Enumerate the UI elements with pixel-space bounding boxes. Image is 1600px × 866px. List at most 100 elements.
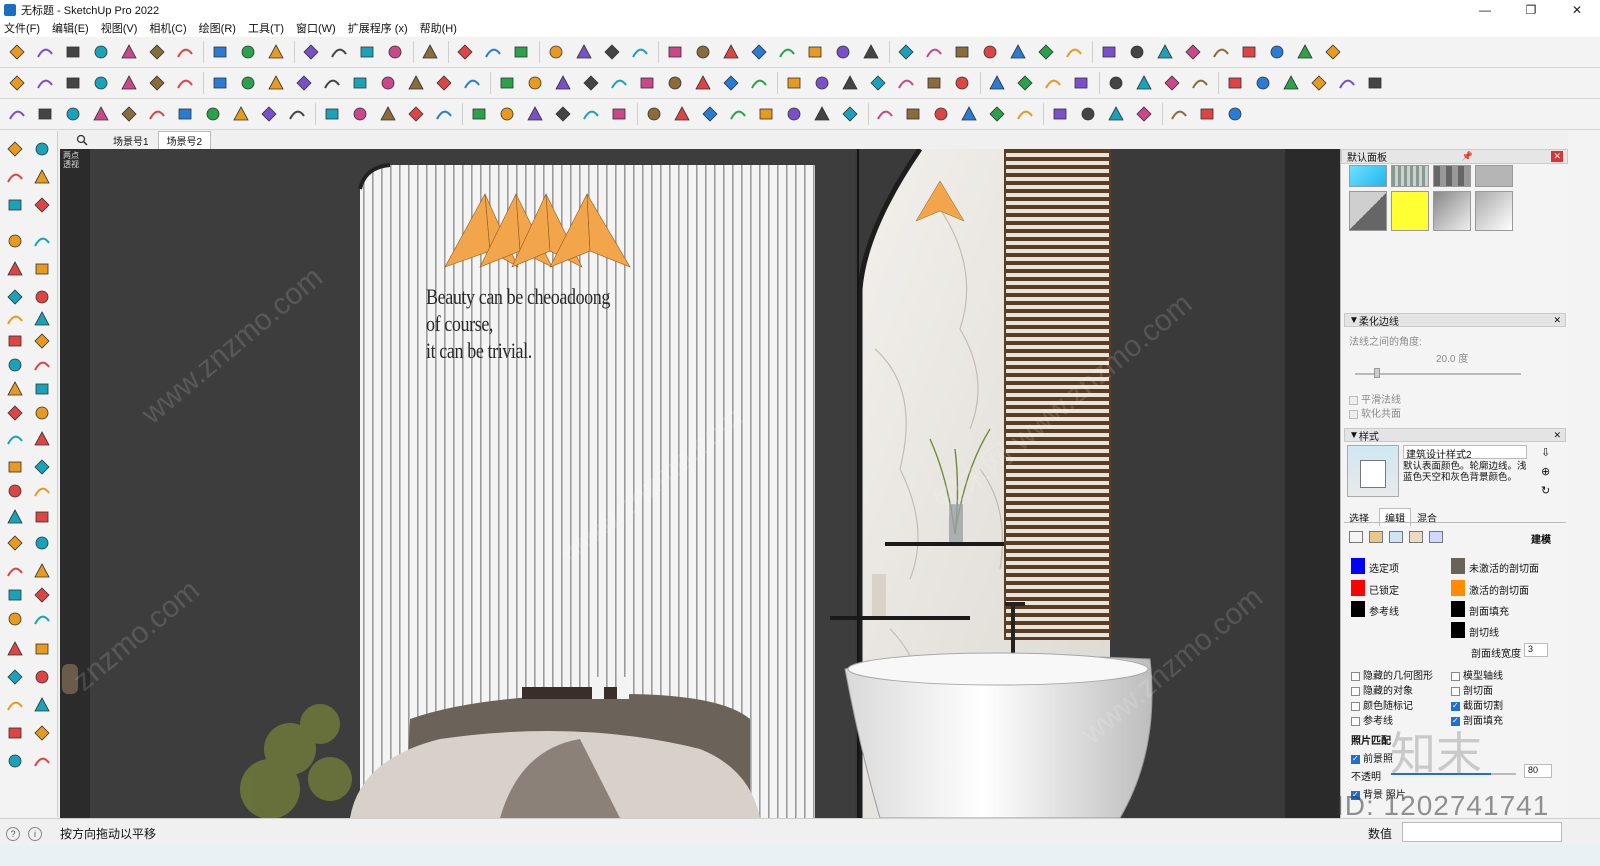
create-style-icon[interactable]: ⊕ [1541, 465, 1550, 478]
draw-tool-40-icon[interactable] [1133, 103, 1155, 125]
palette-tool-41-icon[interactable] [3, 665, 27, 689]
soften-edges-header[interactable]: ▼ 柔化边线 ✕ [1344, 313, 1566, 328]
material-swatch-yellow[interactable] [1391, 191, 1429, 231]
measurements-input[interactable] [1402, 822, 1562, 842]
palette-tool-37-icon[interactable] [3, 607, 27, 631]
check-section-planes[interactable]: 剖切面 [1451, 682, 1493, 697]
angle-slider-thumb[interactable] [1374, 368, 1380, 378]
palette-tool-29-icon[interactable] [3, 505, 27, 529]
palette-tool-15-icon[interactable] [3, 329, 27, 353]
ext-tool-20-icon[interactable] [552, 72, 574, 94]
draw-tool-29-icon[interactable] [811, 103, 833, 125]
ext-tool-18-icon[interactable] [496, 72, 518, 94]
ext-tool-24-icon[interactable] [664, 72, 686, 94]
ext-tool-2-icon[interactable] [34, 72, 56, 94]
palette-tool-22-icon[interactable] [30, 401, 54, 425]
std-tool-24-icon[interactable] [692, 41, 714, 63]
palette-tool-36-icon[interactable] [30, 583, 54, 607]
palette-tool-32-icon[interactable] [30, 531, 54, 555]
scene-tab-2[interactable]: 场景号2 [157, 131, 212, 149]
ext-tool-37-icon[interactable] [1042, 72, 1064, 94]
palette-tool-14-icon[interactable] [30, 307, 54, 331]
draw-tool-21-icon[interactable] [580, 103, 602, 125]
menu-window[interactable]: 窗口(W) [296, 20, 336, 36]
draw-tool-31-icon[interactable] [874, 103, 896, 125]
ext-tool-5-icon[interactable] [118, 72, 140, 94]
std-tool-3-icon[interactable] [62, 41, 84, 63]
ext-tool-12-icon[interactable] [321, 72, 343, 94]
draw-tool-27-icon[interactable] [755, 103, 777, 125]
draw-tool-2-icon[interactable] [34, 103, 56, 125]
std-tool-25-icon[interactable] [720, 41, 742, 63]
draw-tool-16-icon[interactable] [433, 103, 455, 125]
material-swatch-gravel[interactable] [1475, 165, 1513, 187]
std-tool-19-icon[interactable] [545, 41, 567, 63]
std-tool-34-icon[interactable] [979, 41, 1001, 63]
material-swatch-sky[interactable] [1349, 165, 1387, 187]
ext-tool-23-icon[interactable] [636, 72, 658, 94]
std-tool-9-icon[interactable] [237, 41, 259, 63]
draw-tool-5-icon[interactable] [118, 103, 140, 125]
palette-tool-47-icon[interactable] [3, 749, 27, 773]
palette-tool-18-icon[interactable] [30, 353, 54, 377]
ext-tool-16-icon[interactable] [433, 72, 455, 94]
std-tool-45-icon[interactable] [1294, 41, 1316, 63]
palette-tool-44-icon[interactable] [30, 693, 54, 717]
ext-tool-38-icon[interactable] [1070, 72, 1092, 94]
draw-tool-37-icon[interactable] [1049, 103, 1071, 125]
std-tool-23-icon[interactable] [664, 41, 686, 63]
ext-tool-28-icon[interactable] [783, 72, 805, 94]
face-settings-icon[interactable] [1369, 531, 1383, 543]
menu-file[interactable]: 文件(F) [4, 20, 40, 36]
std-tool-10-icon[interactable] [265, 41, 287, 63]
draw-tool-39-icon[interactable] [1105, 103, 1127, 125]
draw-tool-3-icon[interactable] [62, 103, 84, 125]
std-tool-12-icon[interactable] [328, 41, 350, 63]
inactive-section-color[interactable] [1451, 558, 1465, 574]
search-icon[interactable] [72, 132, 92, 148]
palette-tool-3-icon[interactable] [3, 165, 27, 189]
material-swatch-stripes[interactable] [1391, 165, 1429, 187]
palette-tool-7-icon[interactable] [3, 229, 27, 253]
palette-tool-48-icon[interactable] [30, 749, 54, 773]
locked-color[interactable] [1351, 580, 1365, 596]
palette-tool-28-icon[interactable] [30, 479, 54, 503]
palette-tool-11-icon[interactable] [3, 285, 27, 309]
draw-tool-6-icon[interactable] [146, 103, 168, 125]
draw-tool-1-icon[interactable] [6, 103, 28, 125]
ext-tool-1-icon[interactable] [6, 72, 28, 94]
std-tool-37-icon[interactable] [1063, 41, 1085, 63]
pin-icon[interactable]: 📌 [1462, 151, 1473, 162]
palette-tool-42-icon[interactable] [30, 665, 54, 689]
std-tool-13-icon[interactable] [356, 41, 378, 63]
draw-tool-9-icon[interactable] [230, 103, 252, 125]
std-tool-21-icon[interactable] [601, 41, 623, 63]
ext-tool-25-icon[interactable] [692, 72, 714, 94]
draw-tool-12-icon[interactable] [321, 103, 343, 125]
material-swatch-tile[interactable] [1433, 165, 1471, 187]
ext-tool-32-icon[interactable] [895, 72, 917, 94]
std-tool-29-icon[interactable] [832, 41, 854, 63]
ext-tool-6-icon[interactable] [146, 72, 168, 94]
std-tool-11-icon[interactable] [300, 41, 322, 63]
smooth-normals-check[interactable]: 平滑法线 [1349, 391, 1401, 406]
draw-tool-34-icon[interactable] [958, 103, 980, 125]
std-tool-18-icon[interactable] [510, 41, 532, 63]
soften-coplanar-check[interactable]: 软化共面 [1349, 405, 1401, 420]
ext-tool-40-icon[interactable] [1133, 72, 1155, 94]
ext-tool-39-icon[interactable] [1105, 72, 1127, 94]
palette-tool-34-icon[interactable] [30, 559, 54, 583]
modeling-settings-icon[interactable] [1429, 531, 1443, 543]
palette-tool-2-icon[interactable] [30, 137, 54, 161]
menu-view[interactable]: 视图(V) [101, 20, 138, 36]
edge-settings-icon[interactable] [1349, 531, 1363, 543]
draw-tool-15-icon[interactable] [405, 103, 427, 125]
check-model-axes[interactable]: 模型轴线 [1451, 667, 1503, 682]
menu-draw[interactable]: 绘图(R) [199, 20, 236, 36]
scene-tab-1[interactable]: 场景号1 [104, 131, 158, 150]
styles-tab-edit[interactable]: 编辑 [1379, 508, 1411, 526]
draw-tool-43-icon[interactable] [1224, 103, 1246, 125]
palette-tool-13-icon[interactable] [3, 307, 27, 331]
draw-tool-41-icon[interactable] [1168, 103, 1190, 125]
palette-tool-26-icon[interactable] [30, 455, 54, 479]
